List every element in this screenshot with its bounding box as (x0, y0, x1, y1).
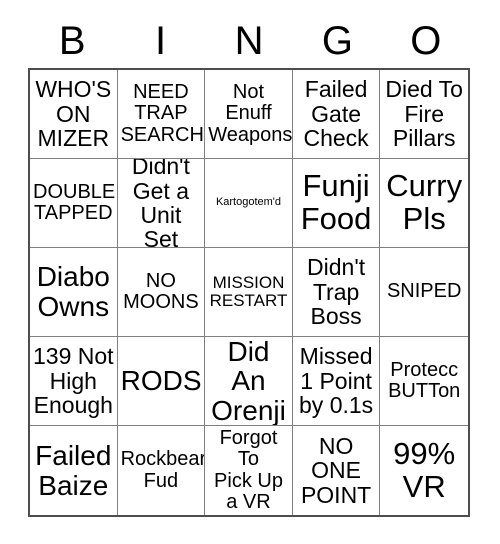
bingo-cell[interactable]: NO MOONS (117, 248, 206, 337)
bingo-cell[interactable]: Not Enuff Weapons (205, 70, 293, 159)
bingo-cell[interactable]: Forgot To Pick Up a VR (205, 426, 293, 515)
bingo-cell[interactable]: Failed Gate Check (292, 70, 381, 159)
bingo-cell-label: NO ONE POINT (300, 432, 372, 508)
bingo-cell[interactable]: Kartogotem'd (205, 159, 293, 248)
bingo-cell[interactable]: SNIPED (380, 248, 468, 337)
bingo-cell-label: Funji Food (300, 168, 372, 236)
bingo-card: B I N G O WHO'S ON MIZER NEED TRAP SEARCH… (0, 0, 500, 544)
bingo-cell-label: Forgot To Pick Up a VR (214, 427, 283, 513)
bingo-header-letter-n: N (234, 19, 264, 63)
bingo-cell-label: NO MOONS (123, 269, 199, 313)
bingo-cell-label: Did An Orenji (211, 337, 286, 426)
bingo-cell[interactable]: RODS (117, 337, 206, 426)
bingo-cell-label: MISSION RESTART (209, 272, 288, 310)
bingo-cell[interactable]: 99% VR (380, 426, 468, 515)
bingo-grid: WHO'S ON MIZER NEED TRAP SEARCH Not Enuff … (28, 68, 470, 517)
bingo-cell[interactable]: Rockbear Fud (117, 426, 206, 515)
bingo-cell-label: Not Enuff Weapons (208, 81, 293, 146)
bingo-cell[interactable]: Didn't Trap Boss (292, 248, 381, 337)
bingo-cell[interactable]: NO ONE POINT (292, 426, 381, 515)
bingo-cell[interactable]: Curry Pls (380, 159, 468, 248)
bingo-cell[interactable]: DOUBLE TAPPED (30, 159, 118, 248)
bingo-cell-label: DOUBLE TAPPED (33, 180, 116, 224)
bingo-cell-label: 139 Not High Enough (33, 343, 114, 419)
bingo-header-letter-g: G (321, 19, 353, 63)
bingo-cell-label: Didn't Get a Unit Set (131, 159, 190, 248)
bingo-cell-label: RODS (120, 365, 202, 397)
bingo-cell[interactable]: Failed Baize (30, 426, 118, 515)
bingo-cell[interactable]: Funji Food (292, 159, 381, 248)
bingo-cell-label: WHO'S ON MIZER (35, 76, 112, 152)
bingo-cell-label: Failed Gate Check (303, 76, 369, 152)
bingo-cell[interactable]: WHO'S ON MIZER (30, 70, 118, 159)
bingo-cell[interactable]: MISSION RESTART (205, 248, 293, 337)
bingo-cell[interactable]: Diabo Owns (30, 248, 118, 337)
bingo-header-letter-b: B (58, 19, 86, 63)
bingo-cell[interactable]: NEED TRAP SEARCH (117, 70, 206, 159)
bingo-cell[interactable]: Missed 1 Point by 0.1s (292, 337, 381, 426)
bingo-cell[interactable]: 139 Not High Enough (30, 337, 118, 426)
bingo-cell-label: Diabo Owns (36, 261, 110, 322)
bingo-cell-label: Didn't Trap Boss (307, 254, 366, 330)
bingo-header: B I N G O (28, 14, 470, 68)
bingo-cell[interactable]: Didn't Get a Unit Set (117, 159, 206, 248)
bingo-cell-label: NEED TRAP SEARCH (120, 81, 204, 146)
bingo-header-letter-o: O (410, 19, 442, 63)
bingo-cell[interactable]: Died To Fire Pillars (380, 70, 468, 159)
bingo-cell-label: Protecc BUTTon (388, 358, 461, 402)
bingo-cell-label: SNIPED (386, 280, 462, 303)
bingo-cell-label: Died To Fire Pillars (385, 76, 463, 152)
bingo-cell-label: Curry Pls (386, 168, 463, 236)
bingo-header-letter-i: I (155, 19, 167, 63)
bingo-cell-label: Rockbear Fud (120, 448, 206, 492)
bingo-cell-label: Kartogotem'd (215, 196, 282, 209)
bingo-cell-label: Failed Baize (35, 439, 112, 501)
bingo-cell-label: 99% VR (393, 435, 456, 504)
bingo-cell-label: Missed 1 Point by 0.1s (299, 343, 374, 419)
bingo-cell[interactable]: Did An Orenji (205, 337, 293, 426)
bingo-cell[interactable]: Protecc BUTTon (380, 337, 468, 426)
